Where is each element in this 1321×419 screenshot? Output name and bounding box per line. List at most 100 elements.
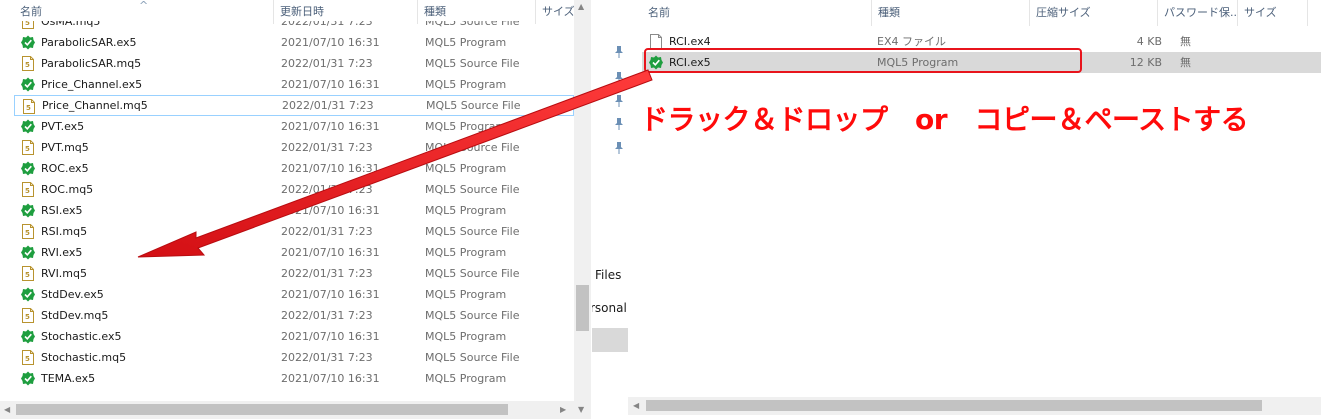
- file-modified-date: 2021/07/10 16:31: [281, 246, 380, 259]
- file-type: MQL5 Source File: [425, 267, 520, 280]
- file-name[interactable]: ROC.ex5: [41, 158, 89, 179]
- file-row[interactable]: Price_Channel.ex5 2021/07/10 16:31 MQL5 Pr…: [14, 74, 574, 95]
- svg-text:5: 5: [26, 104, 31, 112]
- file-type: MQL5 Source File: [425, 183, 520, 196]
- file-type: MQL5 Source File: [425, 351, 520, 364]
- svg-text:5: 5: [25, 187, 30, 195]
- pin-icon[interactable]: [614, 46, 624, 58]
- mq5-file-icon: 5: [22, 308, 34, 323]
- nav-item-files[interactable]: Files: [595, 268, 621, 282]
- file-row[interactable]: 5 ROC.mq5 2022/01/31 7:23 MQL5 Source File: [14, 179, 574, 200]
- file-row[interactable]: PVT.ex5 2021/07/10 16:31 MQL5 Program: [14, 116, 574, 137]
- column-header-size[interactable]: サイズ: [1238, 0, 1308, 26]
- file-row[interactable]: 5 StdDev.mq5 2022/01/31 7:23 MQL5 Source Fi…: [14, 305, 574, 326]
- file-row[interactable]: 5 Price_Channel.mq5 2022/01/31 7:23 MQL5 So…: [14, 95, 574, 116]
- scroll-left-arrow-icon[interactable]: ◀: [633, 401, 639, 411]
- file-row[interactable]: Stochastic.ex5 2021/07/10 16:31 MQL5 Progr…: [14, 326, 574, 347]
- file-row[interactable]: 5 RVI.mq5 2022/01/31 7:23 MQL5 Source File: [14, 263, 574, 284]
- pin-icon[interactable]: [614, 72, 624, 84]
- file-row[interactable]: StdDev.ex5 2021/07/10 16:31 MQL5 Program: [14, 284, 574, 305]
- file-modified-date: 2022/01/31 7:23: [281, 309, 373, 322]
- svg-text:5: 5: [25, 61, 30, 69]
- file-type: MQL5 Source File: [426, 99, 521, 112]
- file-modified-date: 2021/07/10 16:31: [281, 372, 380, 385]
- file-name[interactable]: TEMA.ex5: [41, 368, 95, 389]
- file-name[interactable]: PVT.mq5: [41, 137, 89, 158]
- mq5-file-icon: 5: [22, 350, 34, 365]
- file-type: MQL5 Source File: [425, 225, 520, 238]
- file-row[interactable]: RVI.ex5 2021/07/10 16:31 MQL5 Program: [14, 242, 574, 263]
- file-modified-date: 2022/01/31 7:23: [282, 99, 374, 112]
- right-horizontal-scrollbar[interactable]: ◀: [628, 397, 1321, 415]
- file-type: MQL5 Program: [425, 78, 507, 91]
- file-name[interactable]: PVT.ex5: [41, 116, 84, 137]
- file-row[interactable]: ParabolicSAR.ex5 2021/07/10 16:31 MQL5 Pro…: [14, 32, 574, 53]
- file-row[interactable]: 5 PVT.mq5 2022/01/31 7:23 MQL5 Source File: [14, 137, 574, 158]
- nav-item-personal[interactable]: rsonal: [592, 301, 627, 315]
- file-name[interactable]: Price_Channel.mq5: [42, 96, 148, 115]
- pin-icon[interactable]: [614, 118, 624, 130]
- column-header-type[interactable]: 種類: [872, 0, 1030, 26]
- file-name[interactable]: Stochastic.ex5: [41, 326, 122, 347]
- file-modified-date: 2022/01/31 7:23: [281, 267, 373, 280]
- file-row[interactable]: 5 Stochastic.mq5 2022/01/31 7:23 MQL5 Sourc…: [14, 347, 574, 368]
- highlight-box: [644, 48, 1082, 73]
- file-modified-date: 2021/07/10 16:31: [281, 330, 380, 343]
- file-compressed-size: 4 KB: [1136, 35, 1162, 48]
- file-password-protected: 無: [1180, 35, 1191, 48]
- pin-icon[interactable]: [614, 95, 624, 107]
- ex5-program-icon: [21, 35, 35, 50]
- file-row[interactable]: TEMA.ex5 2021/07/10 16:31 MQL5 Program: [14, 368, 574, 389]
- scroll-up-arrow-icon[interactable]: ▲: [578, 2, 584, 12]
- scroll-left-arrow-icon[interactable]: ◀: [4, 405, 10, 415]
- column-header-password[interactable]: パスワード保...: [1158, 0, 1238, 26]
- file-type: MQL5 Source File: [425, 21, 520, 28]
- file-row[interactable]: 5 RSI.mq5 2022/01/31 7:23 MQL5 Source File: [14, 221, 574, 242]
- file-name[interactable]: RSI.ex5: [41, 200, 82, 221]
- file-type: MQL5 Source File: [425, 309, 520, 322]
- mq5-file-icon: 5: [22, 224, 34, 239]
- mq5-file-icon: 5: [22, 21, 34, 29]
- column-header-name[interactable]: 名前: [642, 0, 872, 26]
- file-type: MQL5 Program: [425, 330, 507, 343]
- scroll-right-arrow-icon[interactable]: ▶: [560, 405, 566, 415]
- file-name[interactable]: ParabolicSAR.ex5: [41, 32, 137, 53]
- mq5-file-icon: 5: [22, 56, 34, 71]
- ex5-program-icon: [21, 329, 35, 344]
- file-name[interactable]: Price_Channel.ex5: [41, 74, 142, 95]
- file-name[interactable]: StdDev.ex5: [41, 284, 104, 305]
- scroll-down-arrow-icon[interactable]: ▼: [578, 405, 584, 415]
- file-name[interactable]: ParabolicSAR.mq5: [41, 53, 141, 74]
- file-modified-date: 2021/07/10 16:31: [281, 78, 380, 91]
- file-modified-date: 2021/07/10 16:31: [281, 288, 380, 301]
- left-vertical-scroll-thumb[interactable]: [576, 285, 589, 331]
- file-modified-date: 2021/07/10 16:31: [281, 162, 380, 175]
- mq5-file-icon: 5: [22, 140, 34, 155]
- file-row[interactable]: 5 ParabolicSAR.mq5 2022/01/31 7:23 MQL5 Sou…: [14, 53, 574, 74]
- file-name[interactable]: OsMA.mq5: [41, 21, 100, 32]
- sort-ascending-icon: ^: [139, 0, 149, 12]
- file-name[interactable]: RSI.mq5: [41, 221, 87, 242]
- file-name[interactable]: RVI.mq5: [41, 263, 87, 284]
- pin-icon[interactable]: [614, 142, 624, 154]
- column-header-compressed-size[interactable]: 圧縮サイズ: [1030, 0, 1158, 26]
- file-row[interactable]: ROC.ex5 2021/07/10 16:31 MQL5 Program: [14, 158, 574, 179]
- right-horizontal-scroll-thumb[interactable]: [646, 400, 1262, 411]
- file-type: MQL5 Program: [425, 288, 507, 301]
- svg-text:5: 5: [25, 355, 30, 363]
- file-type: MQL5 Program: [425, 372, 507, 385]
- file-row[interactable]: RSI.ex5 2021/07/10 16:31 MQL5 Program: [14, 200, 574, 221]
- ex4-file-icon: [650, 34, 662, 49]
- nav-selected-item[interactable]: [592, 328, 628, 352]
- file-row[interactable]: 5 OsMA.mq5 2022/01/31 7:23 MQL5 Source File: [14, 21, 574, 32]
- left-horizontal-scroll-thumb[interactable]: [16, 404, 508, 415]
- file-name[interactable]: Stochastic.mq5: [41, 347, 126, 368]
- file-name[interactable]: RVI.ex5: [41, 242, 82, 263]
- file-name[interactable]: ROC.mq5: [41, 179, 93, 200]
- file-name[interactable]: StdDev.mq5: [41, 305, 108, 326]
- left-vertical-scrollbar[interactable]: ▲ ▼: [574, 0, 591, 419]
- file-modified-date: 2022/01/31 7:23: [281, 21, 373, 28]
- left-horizontal-scrollbar[interactable]: ◀ ▶: [0, 401, 574, 419]
- svg-text:5: 5: [25, 21, 30, 27]
- navigation-pane-fragment: Files rsonal: [592, 0, 628, 419]
